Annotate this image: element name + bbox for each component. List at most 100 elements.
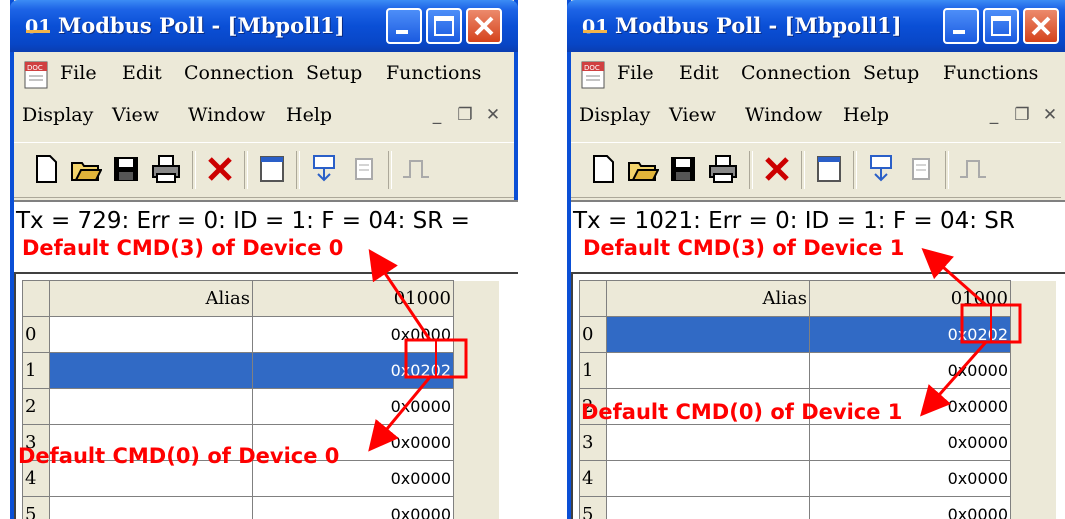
open-folder-icon[interactable] [70,153,102,185]
title-bar[interactable]: 01 Modbus Poll - [Mbpoll1] [10,0,518,52]
toolbar-separator [945,151,949,189]
table-row[interactable]: 5 0x0000 [579,496,1056,519]
menu-edit[interactable]: Edit [122,62,162,84]
column-header-address[interactable]: 01000 [809,280,1011,317]
save-icon[interactable] [667,153,699,185]
modbus-poll-app-icon: 01 [25,16,51,38]
minimize-button[interactable] [943,8,979,44]
window-icon[interactable] [256,153,288,185]
value-cell[interactable]: 0x0000 [809,424,1011,461]
close-button[interactable] [466,8,502,44]
mdi-minimize-icon[interactable]: _ [983,104,1005,126]
menu-functions[interactable]: Functions [943,62,1038,84]
menu-view[interactable]: View [112,104,159,126]
alias-cell[interactable] [606,424,810,461]
row-index: 1 [22,352,50,389]
alias-cell[interactable] [49,388,253,425]
table-row[interactable]: 2 0x0000 [22,388,499,425]
toolbar-separator [388,151,392,189]
mdi-close-icon[interactable]: ✕ [1039,104,1061,126]
open-folder-icon[interactable] [627,153,659,185]
table-row[interactable]: 5 0x0000 [22,496,499,519]
table-row[interactable]: 1 0x0000 [579,352,1056,389]
delete-icon[interactable] [761,153,793,185]
maximize-button[interactable] [983,8,1019,44]
minimize-button[interactable] [386,8,422,44]
mdi-close-icon[interactable]: ✕ [482,104,504,126]
menu-connection[interactable]: Connection [741,62,851,84]
pulse-icon[interactable] [957,153,989,185]
table-row-selected[interactable]: 0 0x0202 [579,316,1056,353]
alias-cell[interactable] [49,352,253,389]
document-icon[interactable]: DOC [22,60,52,90]
read-icon[interactable] [865,153,897,185]
minimize-icon [953,30,965,34]
annotation-top: Default CMD(3) of Device 0 [22,236,344,260]
value-cell[interactable]: 0x0000 [252,316,454,353]
print-icon[interactable] [150,153,182,185]
window-title: Modbus Poll - [Mbpoll1] [58,13,345,38]
delete-icon[interactable] [204,153,236,185]
mdi-restore-icon[interactable]: ❐ [1011,104,1033,126]
window-icon[interactable] [813,153,845,185]
alias-cell[interactable] [606,496,810,519]
alias-cell[interactable] [606,316,810,353]
value-cell[interactable]: 0x0000 [809,352,1011,389]
menu-help[interactable]: Help [843,104,889,126]
alias-cell[interactable] [49,316,253,353]
save-icon[interactable] [110,153,142,185]
table-row[interactable]: 3 0x0000 [579,424,1056,461]
menu-display[interactable]: Display [579,104,650,126]
row-index: 4 [579,460,607,497]
maximize-button[interactable] [426,8,462,44]
table-row[interactable]: 0 0x0000 [22,316,499,353]
column-header-alias[interactable]: Alias [49,280,253,317]
menu-connection[interactable]: Connection [184,62,294,84]
alias-cell[interactable] [606,352,810,389]
menu-help[interactable]: Help [286,104,332,126]
new-file-icon[interactable] [587,153,619,185]
menu-file[interactable]: File [60,62,97,84]
table-row[interactable]: 4 0x0000 [579,460,1056,497]
menu-view[interactable]: View [669,104,716,126]
pulse-icon[interactable] [400,153,432,185]
read-icon[interactable] [308,153,340,185]
modbus-poll-window-device-0: 01 Modbus Poll - [Mbpoll1] DOC File Edit… [10,0,518,519]
value-cell[interactable]: 0x0000 [252,388,454,425]
write-icon[interactable] [905,153,937,185]
menu-window[interactable]: Window [745,104,822,126]
mdi-restore-icon[interactable]: ❐ [454,104,476,126]
value-cell[interactable]: 0x0000 [809,460,1011,497]
write-icon[interactable] [348,153,380,185]
table-row-selected[interactable]: 1 0x0202 [22,352,499,389]
column-header-alias[interactable]: Alias [606,280,810,317]
value-cell[interactable]: 0x0202 [809,316,1011,353]
minimize-icon [396,30,408,34]
menu-edit[interactable]: Edit [679,62,719,84]
row-index: 5 [22,496,50,519]
toolbar [571,142,1061,198]
menu-setup[interactable]: Setup [306,62,362,84]
menu-functions[interactable]: Functions [386,62,481,84]
print-icon[interactable] [707,153,739,185]
svg-text:01: 01 [582,16,608,38]
row-index: 0 [579,316,607,353]
maximize-icon [434,16,454,36]
value-cell[interactable]: 0x0202 [252,352,454,389]
alias-cell[interactable] [606,460,810,497]
mdi-minimize-icon[interactable]: _ [426,104,448,126]
value-cell[interactable]: 0x0000 [252,496,454,519]
alias-cell[interactable] [49,496,253,519]
column-header-address[interactable]: 01000 [252,280,454,317]
menu-setup[interactable]: Setup [863,62,919,84]
menu-file[interactable]: File [617,62,654,84]
new-file-icon[interactable] [30,153,62,185]
row-index: 3 [579,424,607,461]
menu-window[interactable]: Window [188,104,265,126]
close-button[interactable] [1023,8,1059,44]
value-cell[interactable]: 0x0000 [809,496,1011,519]
title-bar[interactable]: 01 Modbus Poll - [Mbpoll1] [567,0,1065,52]
menu-display[interactable]: Display [22,104,93,126]
document-icon[interactable]: DOC [579,60,609,90]
row-index: 1 [579,352,607,389]
